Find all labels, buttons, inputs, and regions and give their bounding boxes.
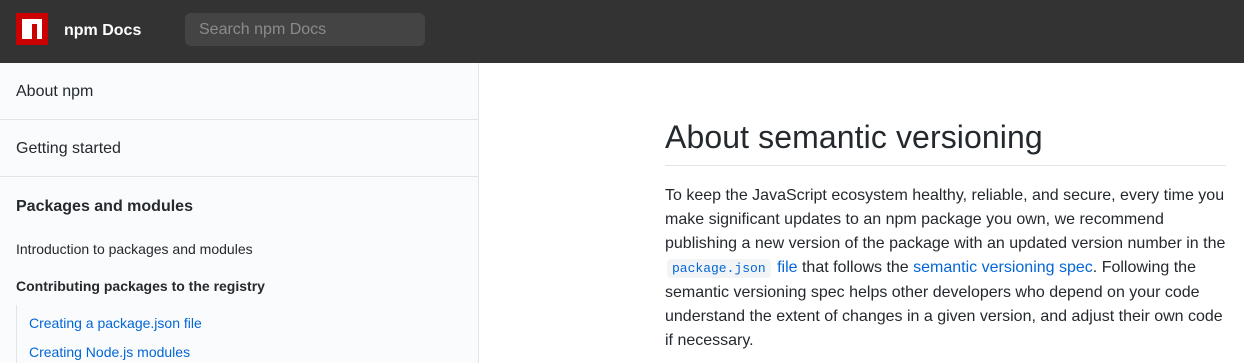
package-json-file-link[interactable]: package.json file [665, 259, 798, 278]
sidebar-item-contributing[interactable]: Contributing packages to the registry [16, 277, 265, 295]
sidebar-item-introduction[interactable]: Introduction to packages and modules [16, 240, 253, 258]
package-json-code: package.json [667, 259, 771, 278]
file-link-text: file [777, 259, 798, 276]
sidebar-link-creating-package-json[interactable]: Creating a package.json file [29, 314, 202, 332]
sidebar-link-creating-nodejs-modules[interactable]: Creating Node.js modules [29, 343, 190, 361]
search-input[interactable] [185, 13, 425, 46]
npm-logo-icon[interactable] [16, 13, 48, 45]
semantic-versioning-spec-link[interactable]: semantic versioning spec [913, 259, 1093, 276]
sidebar-subnav: Creating a package.json file Creating No… [16, 305, 456, 363]
page-title: About semantic versioning [665, 117, 1226, 166]
intro-paragraph: To keep the JavaScript ecosystem healthy… [665, 184, 1226, 353]
sidebar-nav: About npm Getting started Packages and m… [0, 63, 479, 363]
sidebar-item-about-npm[interactable]: About npm [0, 63, 478, 120]
top-header: npm Docs [0, 0, 1244, 63]
paragraph-text-2: that follows the [797, 259, 914, 276]
paragraph-text-1: To keep the JavaScript ecosystem healthy… [665, 187, 1226, 252]
sidebar-item-getting-started[interactable]: Getting started [0, 120, 478, 177]
sidebar-section-packages-and-modules[interactable]: Packages and modules [16, 197, 193, 217]
site-title[interactable]: npm Docs [64, 21, 141, 41]
